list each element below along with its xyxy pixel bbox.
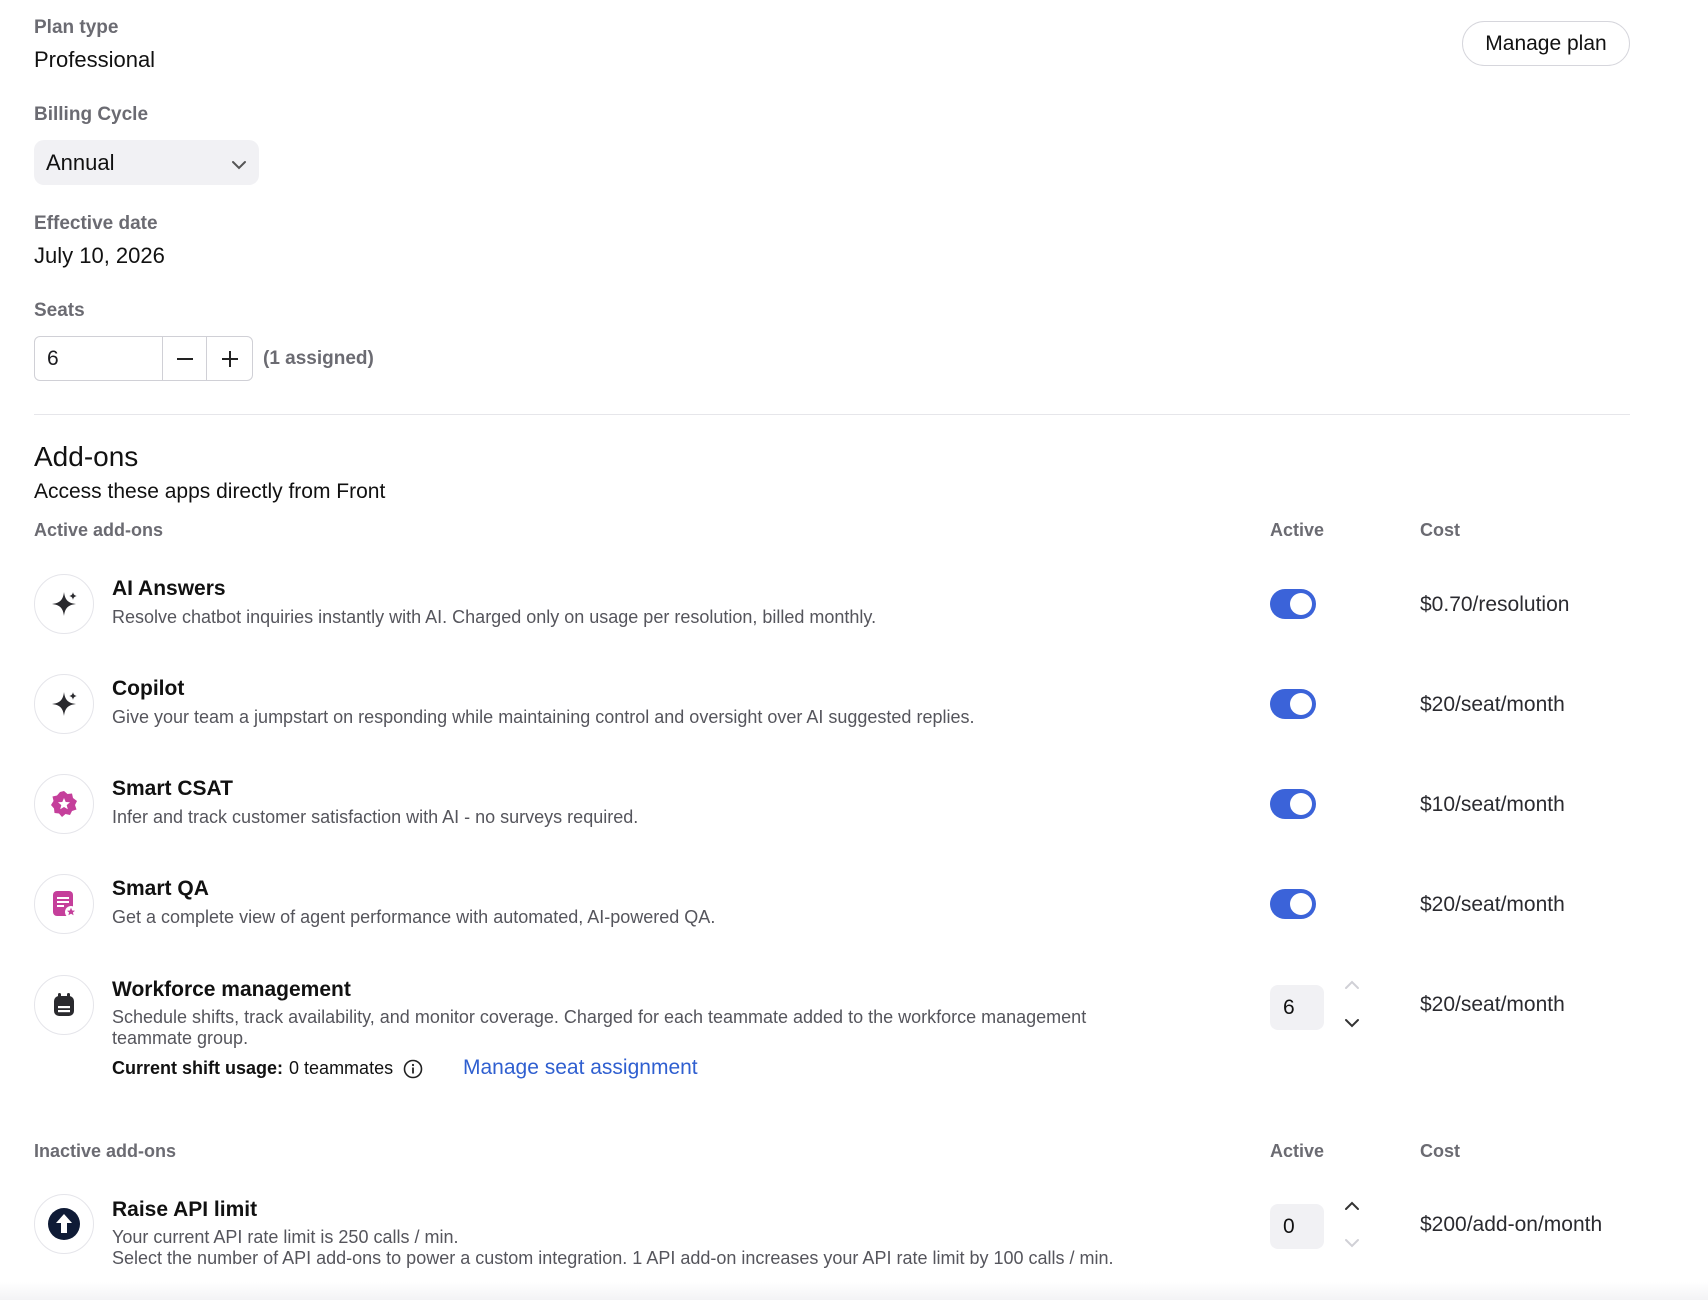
inactive-addons-heading: Inactive add-ons xyxy=(34,1141,177,1161)
active-column-header: Active xyxy=(1270,1141,1325,1161)
active-column-header: Active xyxy=(1270,520,1325,540)
api-quantity-input[interactable]: 0 xyxy=(1270,1204,1324,1249)
seats-label: Seats xyxy=(34,300,85,321)
api-increment-button[interactable] xyxy=(1343,1199,1361,1217)
workforce-decrement-button[interactable] xyxy=(1343,1016,1361,1034)
info-icon[interactable] xyxy=(403,1059,423,1079)
addon-cost: $10/seat/month xyxy=(1420,793,1565,816)
chevron-up-icon xyxy=(1345,1201,1359,1210)
addons-subtitle: Access these apps directly from Front xyxy=(34,480,386,503)
addon-cost: $20/seat/month xyxy=(1420,993,1565,1016)
addon-description: Schedule shifts, track availability, and… xyxy=(112,1007,1087,1027)
manage-seat-assignment-link[interactable]: Manage seat assignment xyxy=(463,1056,698,1080)
seats-assigned-count: (1 assigned) xyxy=(263,348,374,369)
addon-description: Resolve chatbot inquiries instantly with… xyxy=(112,607,877,627)
addon-name: AI Answers xyxy=(112,577,226,600)
shift-usage-value: 0 teammates xyxy=(289,1058,394,1078)
seats-increment-button[interactable] xyxy=(207,337,252,380)
addon-name: Workforce management xyxy=(112,978,351,1001)
document-star-icon xyxy=(34,874,94,934)
addon-cost: $20/seat/month xyxy=(1420,693,1565,716)
cost-column-header: Cost xyxy=(1420,1141,1460,1161)
plan-type-label: Plan type xyxy=(34,17,119,38)
addons-title: Add-ons xyxy=(34,441,139,472)
minus-icon xyxy=(176,357,193,360)
billing-cycle-select[interactable]: Annual xyxy=(34,140,259,185)
sparkle-icon xyxy=(34,574,94,634)
shift-usage: Current shift usage: 0 teammates xyxy=(112,1058,423,1079)
addon-description: Your current API rate limit is 250 calls… xyxy=(112,1227,459,1247)
addon-description: Give your team a jumpstart on responding… xyxy=(112,707,975,727)
ai-answers-toggle[interactable] xyxy=(1270,589,1316,619)
plus-icon xyxy=(221,350,238,367)
effective-date-value: July 10, 2026 xyxy=(34,243,165,268)
manage-plan-button[interactable]: Manage plan xyxy=(1462,21,1630,66)
footer-shadow xyxy=(0,1282,1708,1300)
shift-usage-label: Current shift usage: xyxy=(112,1058,284,1078)
section-divider xyxy=(34,414,1630,415)
seats-input[interactable]: 6 xyxy=(35,337,163,380)
star-badge-icon xyxy=(34,774,94,834)
addon-description-continued: teammate group. xyxy=(112,1028,249,1048)
chevron-down-icon xyxy=(231,150,247,176)
seats-decrement-button[interactable] xyxy=(163,337,208,380)
copilot-toggle[interactable] xyxy=(1270,689,1316,719)
arrow-up-circle-icon xyxy=(34,1194,94,1254)
smart-csat-toggle[interactable] xyxy=(1270,789,1316,819)
addon-name: Copilot xyxy=(112,677,185,700)
addon-name: Raise API limit xyxy=(112,1198,258,1221)
sparkle-icon xyxy=(34,674,94,734)
active-addons-heading: Active add-ons xyxy=(34,520,164,540)
addon-cost: $200/add-on/month xyxy=(1420,1213,1603,1236)
workforce-increment-button[interactable] xyxy=(1343,978,1361,996)
addon-description: Infer and track customer satisfaction wi… xyxy=(112,807,639,827)
smart-qa-toggle[interactable] xyxy=(1270,889,1316,919)
addon-description-continued: Select the number of API add-ons to powe… xyxy=(112,1248,1114,1268)
workforce-quantity-input[interactable]: 6 xyxy=(1270,985,1324,1030)
addon-description: Get a complete view of agent performance… xyxy=(112,907,716,927)
chevron-down-icon xyxy=(1345,1019,1359,1028)
billing-cycle-value: Annual xyxy=(46,149,115,175)
addon-name: Smart QA xyxy=(112,877,209,900)
seats-stepper: 6 xyxy=(34,336,253,381)
plan-type-value: Professional xyxy=(34,47,156,72)
effective-date-label: Effective date xyxy=(34,213,158,234)
chevron-down-icon xyxy=(1345,1239,1359,1248)
chevron-up-icon xyxy=(1345,980,1359,989)
api-decrement-button[interactable] xyxy=(1343,1236,1361,1254)
addon-cost: $0.70/resolution xyxy=(1420,593,1570,616)
addon-cost: $20/seat/month xyxy=(1420,893,1565,916)
billing-cycle-label: Billing Cycle xyxy=(34,104,149,125)
calendar-icon xyxy=(34,975,94,1035)
cost-column-header: Cost xyxy=(1420,520,1460,540)
addon-name: Smart CSAT xyxy=(112,777,233,800)
